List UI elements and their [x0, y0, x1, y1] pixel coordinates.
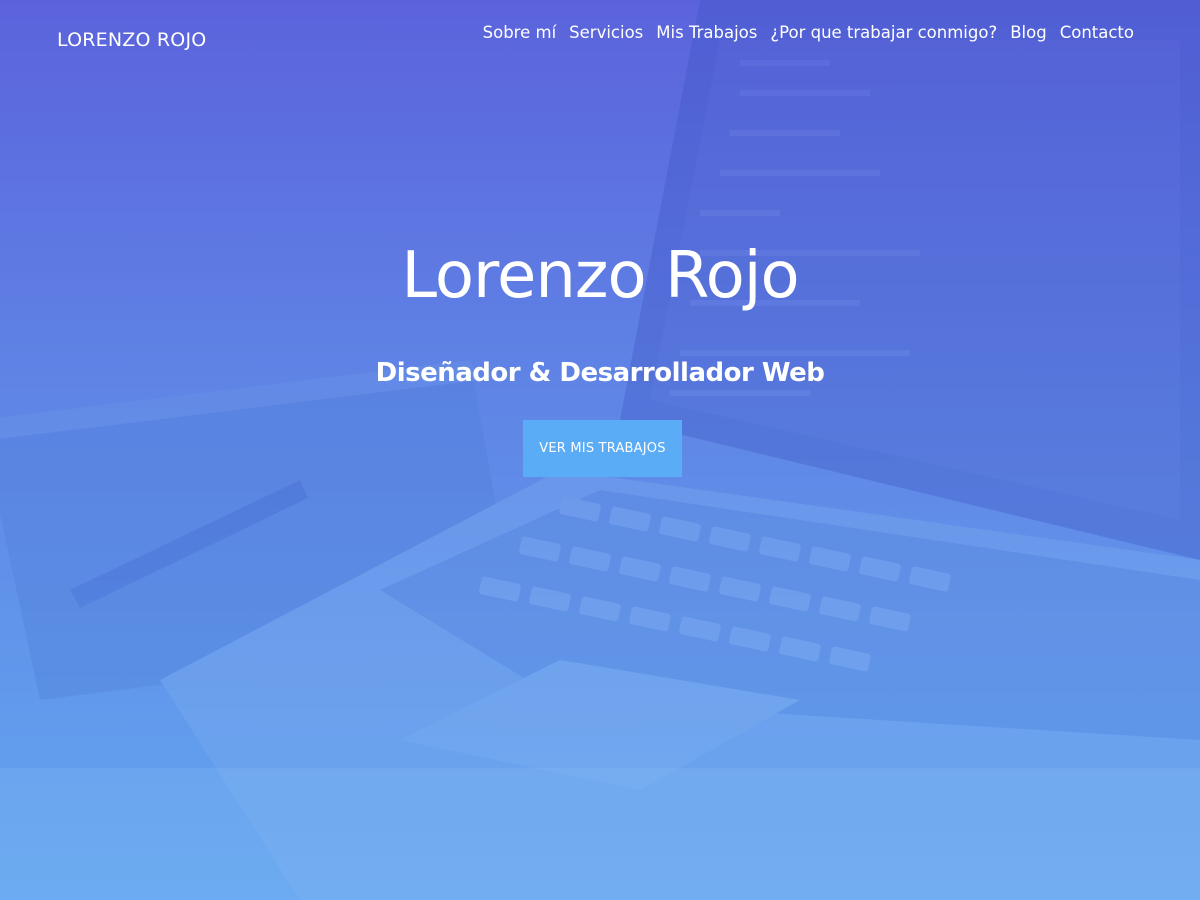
- hero-title: Lorenzo Rojo: [401, 239, 799, 313]
- lower-overlay-band: [0, 768, 1200, 900]
- nav-item-sobre-mi[interactable]: Sobre mí: [483, 22, 557, 44]
- main-navigation: Sobre mí Servicios Mis Trabajos ¿Por que…: [483, 22, 1134, 44]
- nav-item-contacto[interactable]: Contacto: [1060, 22, 1134, 44]
- nav-item-servicios[interactable]: Servicios: [569, 22, 643, 44]
- hero-subtitle: Diseñador & Desarrollador Web: [375, 358, 825, 388]
- view-works-button[interactable]: VER MIS TRABAJOS: [523, 420, 682, 477]
- brand-logo[interactable]: LORENZO ROJO: [57, 29, 206, 51]
- nav-item-mis-trabajos[interactable]: Mis Trabajos: [656, 22, 757, 44]
- nav-item-blog[interactable]: Blog: [1010, 22, 1046, 44]
- hero-section: LORENZO ROJO Sobre mí Servicios Mis Trab…: [0, 0, 1200, 900]
- nav-item-por-que-trabajar[interactable]: ¿Por que trabajar conmigo?: [770, 22, 997, 44]
